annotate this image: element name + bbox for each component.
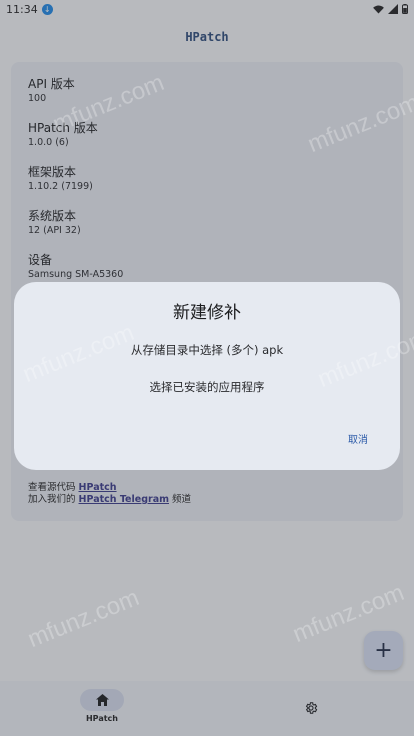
select-apk-from-storage-option[interactable]: 从存储目录中选择 (多个) apk <box>14 342 400 358</box>
dialog-title: 新建修补 <box>173 303 241 323</box>
new-patch-dialog: 新建修补 从存储目录中选择 (多个) apk 选择已安装的应用程序 取消 <box>14 282 400 470</box>
cancel-button[interactable]: 取消 <box>348 431 368 446</box>
select-installed-app-option[interactable]: 选择已安装的应用程序 <box>14 379 400 395</box>
